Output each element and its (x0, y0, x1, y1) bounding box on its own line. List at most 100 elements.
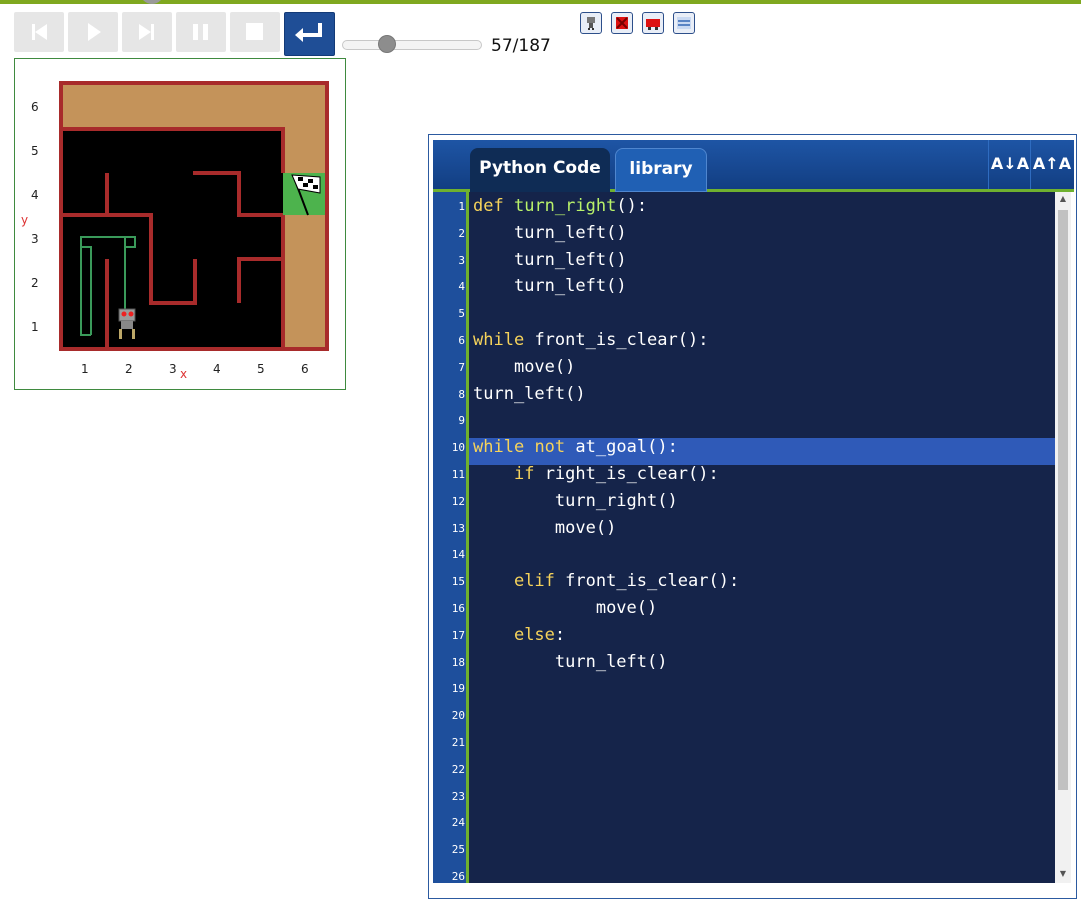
box-tool[interactable] (611, 12, 633, 34)
pause-button[interactable] (176, 12, 226, 52)
code-token: ( (554, 356, 566, 377)
line-number: 22 (451, 762, 465, 776)
line-number: 14 (451, 548, 465, 562)
run-button[interactable] (68, 12, 118, 52)
code-token: ( (616, 196, 627, 216)
code-token: : (708, 464, 719, 484)
robot-tool[interactable] (580, 12, 602, 34)
editor-scrollbar[interactable]: ▲ ▼ (1055, 192, 1071, 883)
code-token: turn_left (473, 383, 566, 404)
scroll-down-icon[interactable]: ▼ (1055, 869, 1071, 881)
code-line[interactable]: move() (473, 598, 657, 618)
code-token: : (667, 437, 678, 458)
code-line[interactable]: turn_left() (473, 652, 668, 672)
maze-floor (63, 129, 283, 349)
code-line[interactable]: if right_is_clear(): (473, 464, 719, 484)
editor-header: Python Code library A↓A A↑A (433, 140, 1074, 192)
scroll-up-icon[interactable]: ▲ (1055, 194, 1071, 206)
code-token: move (554, 517, 596, 538)
reset-to-start-icon (32, 24, 47, 40)
line-number: 26 (451, 870, 465, 883)
step-forward-button[interactable] (122, 12, 172, 52)
line-number: 3 (458, 253, 465, 267)
x-axis-label: x (180, 367, 187, 381)
scrollbar-thumb[interactable] (1058, 210, 1068, 790)
code-line[interactable]: while front_is_clear(): (473, 330, 708, 350)
line-number: 21 (451, 736, 465, 749)
code-line[interactable]: turn_left() (473, 384, 586, 404)
code-token: ) (616, 276, 627, 297)
row-label: 6 (31, 100, 39, 114)
code-line[interactable]: elif front_is_clear(): (473, 571, 739, 591)
red-car-icon (646, 19, 660, 30)
code-token: move (595, 598, 637, 618)
code-token: ) (606, 517, 617, 538)
code-line[interactable]: move() (473, 518, 616, 538)
line-number: 5 (458, 307, 465, 321)
line-number-gutter: 1 2 3 4 5 6 7 8 9 10 11 12 13 14 15 16 17 18 19 20 21 22 23 24 2… (433, 192, 469, 883)
line-number: 17 (451, 628, 465, 642)
stop-icon (246, 23, 263, 40)
code-editor-panel: Python Code library A↓A A↑A 1 2 3 4 5 6 7 8 9 10 1… (428, 134, 1077, 899)
code-token: ( (565, 383, 576, 404)
code-token: ) (718, 571, 729, 592)
line-number: 20 (451, 709, 465, 723)
code-line[interactable]: turn_left() (473, 223, 627, 243)
code-token: ) (616, 222, 627, 243)
return-to-editor-button[interactable] (284, 12, 335, 56)
code-token: front_is_clear (534, 330, 678, 350)
code-line[interactable]: turn_left() (473, 250, 627, 270)
row-label: 5 (31, 144, 39, 158)
map-tool[interactable] (673, 12, 695, 34)
speed-slider[interactable] (342, 40, 482, 50)
code-token: turn_left (513, 222, 607, 243)
code-token: ) (575, 383, 586, 404)
stop-button[interactable] (230, 12, 280, 52)
code-token: ( (636, 598, 648, 618)
code-line[interactable]: else: (473, 625, 565, 645)
code-line[interactable]: move() (473, 357, 575, 377)
code-editor[interactable]: def turn_right(): turn_left() turn_left(… (469, 192, 1055, 883)
code-line[interactable]: turn_left() (473, 276, 627, 296)
code-token: ( (606, 276, 617, 297)
code-line[interactable]: turn_right() (473, 491, 678, 511)
code-token: ( (647, 651, 658, 672)
car-tool[interactable] (642, 12, 664, 34)
line-number: 12 (451, 494, 465, 508)
speed-slider-handle[interactable] (378, 35, 396, 53)
code-token: turn_left (554, 651, 648, 672)
line-number: 1 (458, 200, 465, 213)
column-label: 6 (301, 362, 309, 376)
code-line[interactable]: while not at_goal(): (473, 437, 678, 457)
run-icon (88, 23, 101, 41)
code-token: right_is_clear (544, 464, 688, 484)
code-token: : (554, 624, 566, 645)
line-number: 9 (458, 414, 465, 428)
reset-button[interactable] (14, 12, 64, 52)
step-counter: 57/187 (491, 36, 551, 56)
tab-python-code[interactable]: Python Code (470, 148, 610, 192)
top-accent-bar (0, 0, 1081, 4)
font-increase-button[interactable]: A↑A (1030, 140, 1073, 189)
code-token: ( (606, 222, 617, 243)
line-number: 10 (451, 441, 465, 455)
code-token: front_is_clear (565, 571, 709, 592)
font-decrease-button[interactable]: A↓A (988, 140, 1031, 189)
code-token: ( (595, 517, 607, 538)
code-line[interactable]: def turn_right(): (473, 196, 647, 216)
code-token: ) (626, 196, 637, 216)
line-number: 11 (451, 468, 465, 481)
code-token: ( (657, 490, 668, 511)
code-token: if (513, 464, 535, 484)
line-number: 2 (458, 226, 465, 240)
tab-library[interactable]: library (615, 148, 707, 192)
column-label: 5 (257, 362, 265, 376)
code-token: ) (698, 464, 709, 484)
line-number: 13 (451, 521, 465, 535)
row-label: 4 (31, 188, 39, 202)
